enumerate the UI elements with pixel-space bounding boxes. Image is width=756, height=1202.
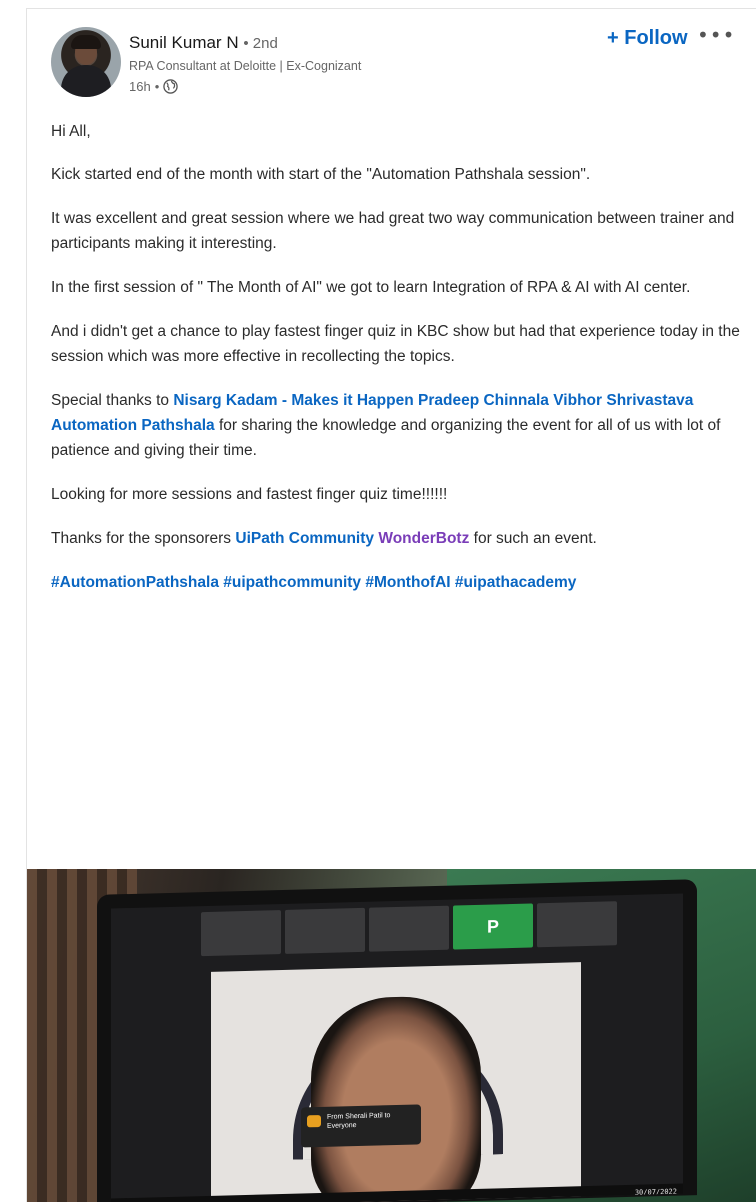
post-image[interactable]: P From Sherali Patil to Everyone 30/07/2… — [27, 869, 756, 1202]
photo-video-tile — [285, 907, 365, 954]
photo-video-tile — [201, 910, 281, 957]
avatar-figure-hair — [71, 35, 101, 49]
globe-icon — [163, 79, 178, 94]
author-name[interactable]: Sunil Kumar N — [129, 33, 239, 52]
mention-uipath-community[interactable]: UiPath Community — [235, 530, 374, 547]
post-hashtags[interactable]: #AutomationPathshala #uipathcommunity #M… — [51, 570, 741, 595]
post-paragraph-1: Kick started end of the month with start… — [51, 166, 591, 183]
connection-degree: 2nd — [252, 35, 278, 52]
author-avatar[interactable] — [51, 27, 121, 97]
mention-automation-pathshala[interactable]: Automation Pathshala — [51, 417, 215, 434]
post-greeting: Hi All, — [51, 123, 91, 140]
photo-speaker-face — [311, 994, 481, 1202]
photo-laptop-screen: P From Sherali Patil to Everyone 30/07/2… — [111, 893, 683, 1202]
photo-speaker-view — [211, 962, 581, 1202]
post-thanks-paragraph: Special thanks to Nisarg Kadam - Makes i… — [51, 388, 741, 463]
post-body: Hi All, Kick started end of the month wi… — [51, 119, 741, 614]
photo-chat-text: From Sherali Patil to Everyone — [327, 1112, 391, 1130]
post-paragraph-4: And i didn't get a chance to play fastes… — [51, 323, 740, 365]
mention-wonderbotz[interactable]: WonderBotz — [378, 530, 469, 547]
post-paragraph-6: Looking for more sessions and fastest fi… — [51, 486, 448, 503]
photo-timestamp: 30/07/2022 — [634, 1187, 677, 1197]
post-meta: 16h • — [129, 79, 178, 94]
post-time: 16h — [129, 79, 151, 94]
connection-degree-separator: • — [243, 35, 253, 52]
photo-video-tiles: P — [111, 900, 683, 965]
post-sponsor-paragraph: Thanks for the sponsorers UiPath Communi… — [51, 526, 741, 551]
photo-laptop: P From Sherali Patil to Everyone 30/07/2… — [97, 879, 697, 1202]
chat-avatar-icon — [307, 1114, 321, 1128]
post-card: Sunil Kumar N • 2nd RPA Consultant at De… — [26, 8, 756, 1202]
more-options-icon[interactable]: ••• — [697, 23, 735, 47]
follow-button[interactable]: + Follow — [607, 27, 688, 50]
avatar-figure-body — [61, 65, 111, 97]
post-paragraph-3: In the first session of " The Month of A… — [51, 279, 691, 296]
meta-separator: • — [154, 79, 160, 94]
mention-vibhor-shrivastava[interactable]: Vibhor Shrivastava — [553, 392, 693, 409]
sponsor-suffix: for such an event. — [473, 530, 597, 547]
author-name-row: Sunil Kumar N • 2nd — [129, 33, 278, 53]
thanks-prefix: Special thanks to — [51, 392, 170, 409]
sponsor-prefix: Thanks for the sponsorers — [51, 530, 232, 547]
photo-video-tile — [537, 901, 617, 948]
post-paragraph-2: It was excellent and great session where… — [51, 210, 735, 252]
photo-video-tile-initial: P — [453, 903, 533, 950]
mention-nisarg-kadam[interactable]: Nisarg Kadam - Makes it Happen — [173, 392, 413, 409]
author-headline: RPA Consultant at Deloitte | Ex-Cognizan… — [129, 59, 362, 73]
photo-video-tile — [369, 905, 449, 952]
photo-chat-popup: From Sherali Patil to Everyone — [301, 1104, 421, 1148]
mention-pradeep-chinnala[interactable]: Pradeep Chinnala — [418, 392, 549, 409]
